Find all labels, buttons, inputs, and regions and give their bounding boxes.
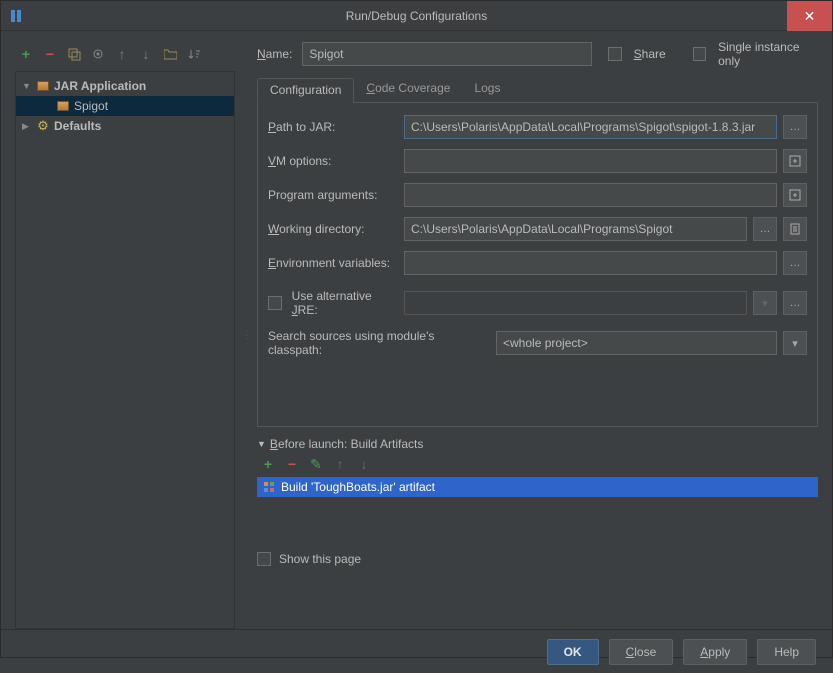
tab-configuration[interactable]: Configuration — [257, 78, 354, 103]
dialog-footer: OK Close Apply Help — [1, 629, 832, 673]
expand-button[interactable] — [783, 149, 807, 173]
gear-icon: ⚙ — [36, 118, 50, 134]
tab-code-coverage[interactable]: Code Coverage — [354, 77, 462, 102]
name-input[interactable] — [302, 42, 592, 66]
browse-button[interactable]: … — [783, 291, 807, 315]
tab-logs[interactable]: Logs — [462, 77, 512, 102]
artifact-icon — [263, 481, 275, 493]
jar-icon — [56, 101, 70, 111]
tree-label: Spigot — [74, 99, 108, 113]
before-launch-toolbar: + − ✎ ↑ ↓ — [257, 451, 818, 477]
expand-icon[interactable]: ▼ — [22, 81, 32, 91]
alt-jre-input — [404, 291, 747, 315]
program-args-input[interactable] — [404, 183, 777, 207]
config-tree[interactable]: ▼ JAR Application Spigot ▶ ⚙ Defaults — [15, 71, 235, 629]
dropdown-button: ▾ — [753, 291, 777, 315]
browse-button[interactable]: … — [753, 217, 777, 241]
tree-toolbar: + − ↑ ↓ — [15, 41, 235, 67]
tree-label: JAR Application — [54, 79, 146, 93]
tree-node-spigot[interactable]: Spigot — [16, 96, 234, 116]
working-dir-label: Working directory: — [268, 222, 398, 236]
env-vars-input[interactable] — [404, 251, 777, 275]
single-instance-label: Single instance only — [718, 40, 818, 68]
tabs: Configuration Code Coverage Logs — [257, 77, 818, 103]
share-label: Share — [634, 47, 666, 61]
expand-button[interactable] — [783, 183, 807, 207]
insert-button[interactable] — [783, 217, 807, 241]
alt-jre-label: Use alternative JRE: — [292, 289, 398, 317]
add-icon[interactable]: + — [261, 457, 275, 471]
single-instance-checkbox[interactable] — [693, 47, 706, 61]
before-launch-list[interactable]: Build 'ToughBoats.jar' artifact — [257, 477, 818, 542]
alt-jre-checkbox[interactable] — [268, 296, 282, 310]
working-dir-input[interactable]: C:\Users\Polaris\AppData\Local\Programs\… — [404, 217, 747, 241]
move-up-icon[interactable]: ↑ — [333, 457, 347, 471]
before-launch-item-label: Build 'ToughBoats.jar' artifact — [281, 480, 435, 494]
show-page-checkbox[interactable] — [257, 552, 271, 566]
dropdown-button[interactable]: ▾ — [783, 331, 807, 355]
jar-icon — [36, 81, 50, 91]
before-launch-header[interactable]: ▼ Before launch: Build Artifacts — [257, 437, 818, 451]
tree-label: Defaults — [54, 119, 101, 133]
remove-icon[interactable]: − — [285, 457, 299, 471]
browse-button[interactable]: … — [783, 115, 807, 139]
vm-options-input[interactable] — [404, 149, 777, 173]
settings-icon[interactable] — [91, 47, 105, 61]
move-up-icon[interactable]: ↑ — [115, 47, 129, 61]
app-icon — [9, 8, 25, 24]
splitter[interactable]: ⋮ — [243, 41, 249, 629]
program-args-label: Program arguments: — [268, 188, 398, 202]
sort-icon[interactable] — [187, 47, 201, 61]
name-label: Name: — [257, 47, 294, 61]
right-panel: Name: Share Single instance only Configu… — [257, 41, 818, 629]
share-checkbox[interactable] — [608, 47, 621, 61]
expand-icon[interactable]: ▶ — [22, 121, 32, 132]
browse-button[interactable]: … — [783, 251, 807, 275]
cancel-button[interactable]: Close — [609, 639, 674, 665]
add-icon[interactable]: + — [19, 47, 33, 61]
vm-options-label: VM options: — [268, 154, 398, 168]
folder-icon[interactable] — [163, 47, 177, 61]
path-to-jar-input[interactable]: C:\Users\Polaris\AppData\Local\Programs\… — [404, 115, 777, 139]
move-down-icon[interactable]: ↓ — [357, 457, 371, 471]
search-sources-select[interactable]: <whole project> — [496, 331, 777, 355]
edit-icon[interactable]: ✎ — [309, 457, 323, 471]
close-button[interactable]: ✕ — [787, 1, 832, 31]
help-button[interactable]: Help — [757, 639, 816, 665]
search-sources-label: Search sources using module's classpath: — [268, 329, 490, 357]
ok-button[interactable]: OK — [547, 639, 599, 665]
env-vars-label: Environment variables: — [268, 256, 398, 270]
move-down-icon[interactable]: ↓ — [139, 47, 153, 61]
remove-icon[interactable]: − — [43, 47, 57, 61]
window-title: Run/Debug Configurations — [346, 9, 487, 23]
before-launch-item[interactable]: Build 'ToughBoats.jar' artifact — [257, 477, 818, 497]
titlebar: Run/Debug Configurations ✕ — [1, 1, 832, 31]
tree-node-jar-application[interactable]: ▼ JAR Application — [16, 76, 234, 96]
apply-button[interactable]: Apply — [683, 639, 747, 665]
path-to-jar-label: Path to JAR: — [268, 120, 398, 134]
copy-icon[interactable] — [67, 47, 81, 61]
show-page-label: Show this page — [279, 552, 361, 566]
tree-node-defaults[interactable]: ▶ ⚙ Defaults — [16, 116, 234, 136]
configuration-panel: Path to JAR: C:\Users\Polaris\AppData\Lo… — [257, 103, 818, 427]
left-panel: + − ↑ ↓ ▼ JAR Application — [15, 41, 235, 629]
collapse-icon[interactable]: ▼ — [257, 439, 266, 449]
